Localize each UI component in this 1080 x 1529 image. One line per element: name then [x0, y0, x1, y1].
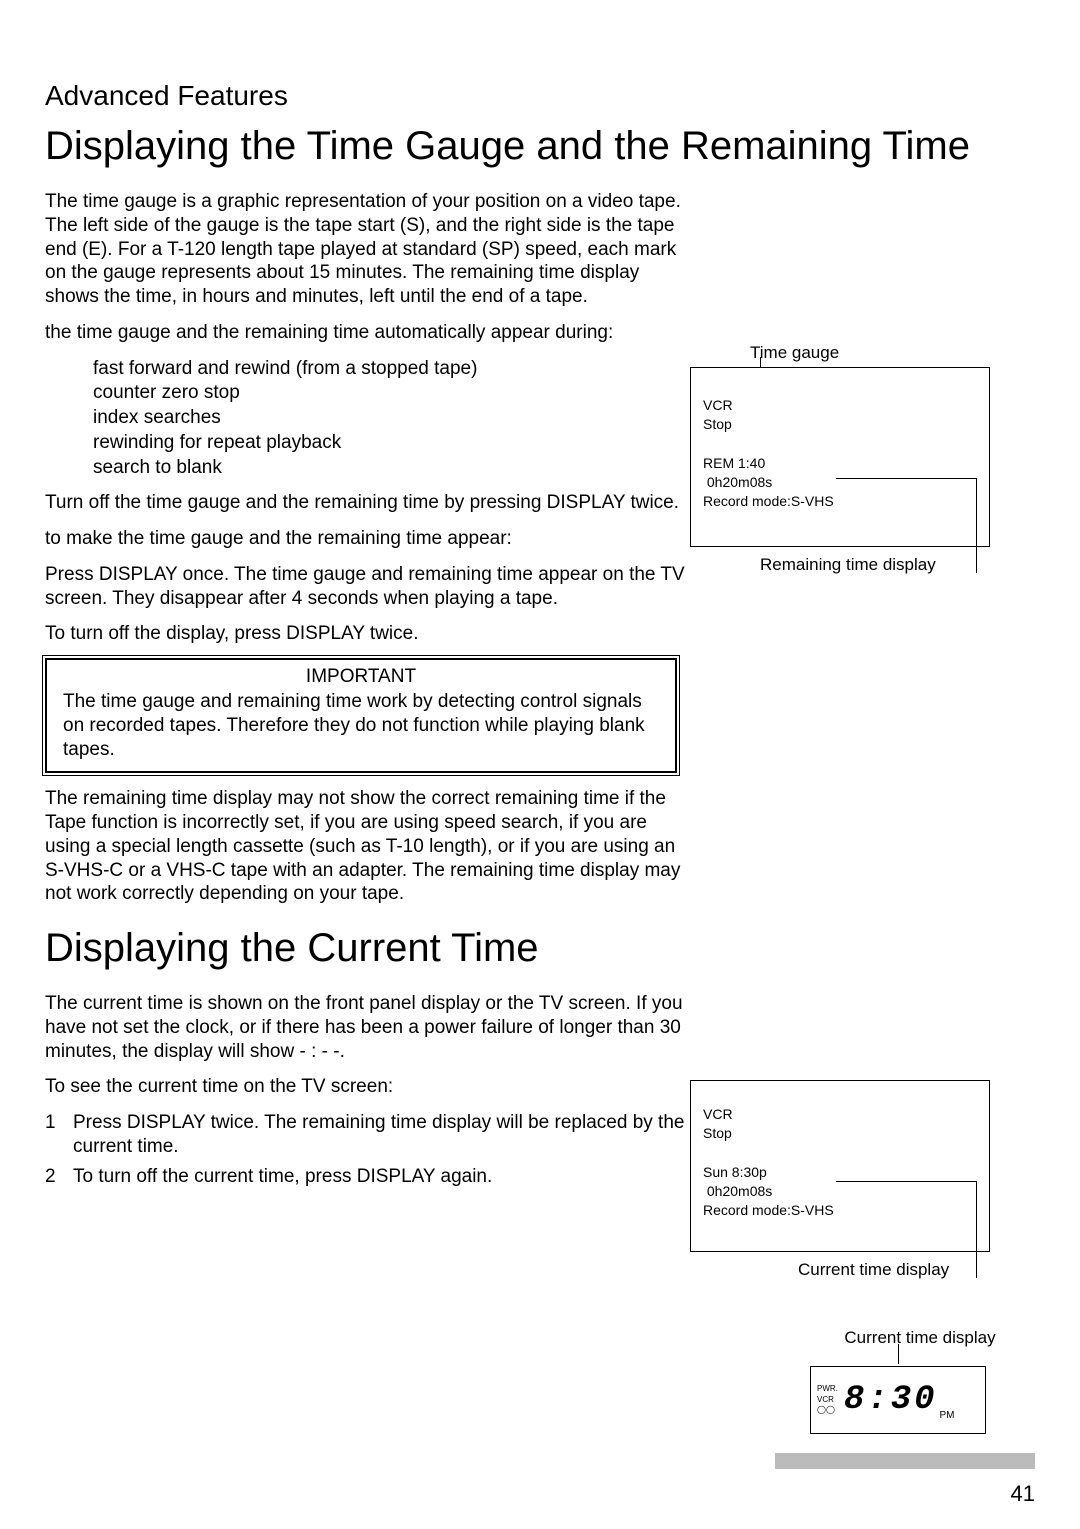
heading-current-time: Displaying the Current Time: [45, 924, 685, 972]
list-item: counter zero stop: [93, 381, 685, 405]
paragraph: The current time is shown on the front p…: [45, 992, 685, 1063]
paragraph: To see the current time on the TV screen…: [45, 1075, 685, 1099]
footer-bar: [775, 1453, 1035, 1469]
caption-remaining-time: Remaining time display: [760, 555, 1010, 575]
caption-current-time-osd: Current time display: [798, 1260, 1010, 1280]
page-number: 41: [1011, 1481, 1035, 1507]
osd-line: Record mode:S-VHS: [703, 492, 977, 511]
paragraph: the time gauge and the remaining time au…: [45, 321, 685, 345]
paragraph: The time gauge is a graphic representati…: [45, 190, 685, 309]
list-text: Press DISPLAY twice. The remaining time …: [73, 1111, 685, 1159]
clock-readout: 8:30: [844, 1381, 938, 1419]
feature-list: fast forward and rewind (from a stopped …: [93, 357, 685, 480]
leader-line: [976, 478, 977, 573]
osd-line: VCR: [703, 396, 977, 415]
pm-indicator: PM: [940, 1410, 955, 1421]
figure-current-time-osd: VCR Stop Sun 8:30p 0h20m08s Record mode:…: [690, 1080, 1010, 1280]
list-item: fast forward and rewind (from a stopped …: [93, 357, 685, 381]
list-text: To turn off the current time, press DISP…: [73, 1165, 492, 1189]
caption-time-gauge: Time gauge: [750, 343, 1010, 363]
figure-time-gauge: Time gauge VCR Stop REM 1:40 0h20m08s Re…: [690, 335, 1010, 575]
figure-current-time-panel: Current time display PWR. VCR ◯◯ 8:30 PM: [810, 1320, 1030, 1434]
leader-line: [976, 1181, 977, 1278]
osd-line: Stop: [703, 415, 977, 434]
paragraph: To turn off the display, press DISPLAY t…: [45, 622, 685, 646]
leader-line: [898, 1344, 899, 1364]
paragraph: Turn off the time gauge and the remainin…: [45, 491, 685, 515]
list-item: rewinding for repeat playback: [93, 431, 685, 455]
paragraph: The remaining time display may not show …: [45, 787, 685, 906]
paragraph: to make the time gauge and the remaining…: [45, 527, 685, 551]
vcr-indicator: VCR: [817, 1395, 838, 1405]
list-item: 1 Press DISPLAY twice. The remaining tim…: [45, 1111, 685, 1159]
section-title: Advanced Features: [45, 80, 1035, 112]
tape-icon: ◯◯: [817, 1405, 838, 1415]
caption-panel: Current time display: [810, 1328, 1030, 1348]
osd-box: VCR Stop REM 1:40 0h20m08s Record mode:S…: [690, 367, 990, 547]
front-panel: PWR. VCR ◯◯ 8:30 PM: [810, 1366, 986, 1434]
osd-line: Record mode:S-VHS: [703, 1201, 977, 1220]
list-item: 2 To turn off the current time, press DI…: [45, 1165, 685, 1189]
leader-line: [836, 1181, 976, 1182]
osd-line: Stop: [703, 1124, 977, 1143]
osd-line: 0h20m08s: [703, 473, 977, 492]
important-text: The time gauge and remaining time work b…: [63, 690, 659, 761]
list-item: index searches: [93, 406, 685, 430]
paragraph: Press DISPLAY once. The time gauge and r…: [45, 563, 685, 611]
list-number: 1: [45, 1111, 73, 1159]
panel-indicators: PWR. VCR ◯◯: [817, 1384, 838, 1415]
important-box: IMPORTANT The time gauge and remaining t…: [45, 658, 677, 773]
osd-line: Sun 8:30p: [703, 1163, 977, 1182]
pwr-indicator: PWR.: [817, 1384, 838, 1394]
list-number: 2: [45, 1165, 73, 1189]
important-title: IMPORTANT: [63, 666, 659, 688]
osd-line: VCR: [703, 1105, 977, 1124]
heading-time-gauge: Displaying the Time Gauge and the Remain…: [45, 122, 1035, 170]
list-item: search to blank: [93, 456, 685, 480]
osd-line: REM 1:40: [703, 454, 977, 473]
osd-box: VCR Stop Sun 8:30p 0h20m08s Record mode:…: [690, 1080, 990, 1252]
leader-line: [836, 478, 976, 479]
osd-line: 0h20m08s: [703, 1182, 977, 1201]
ordered-list: 1 Press DISPLAY twice. The remaining tim…: [45, 1111, 685, 1188]
